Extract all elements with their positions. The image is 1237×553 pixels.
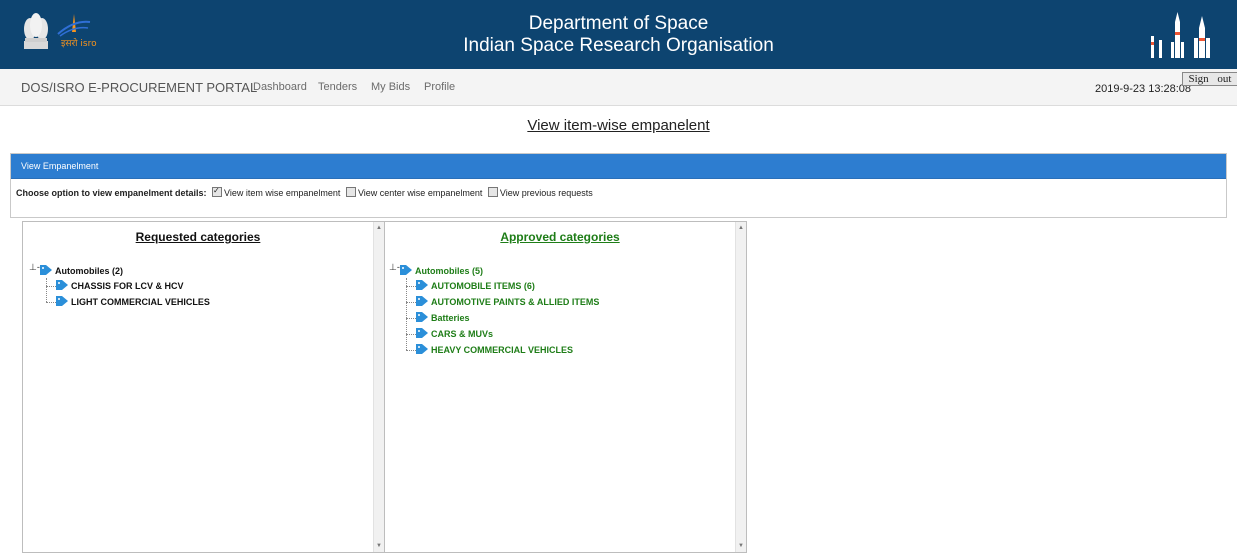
tree-item-label: AUTOMOBILE ITEMS (6) xyxy=(431,281,535,291)
tree-connector xyxy=(406,334,416,335)
expand-minus-icon[interactable]: ⊥- xyxy=(389,262,400,273)
tag-icon xyxy=(416,328,428,338)
tree-item-child[interactable]: AUTOMOBILE ITEMS (6) xyxy=(416,280,535,291)
item-wise-checkbox[interactable] xyxy=(212,187,223,197)
tree-connector xyxy=(406,302,416,303)
center-wise-label[interactable]: View center wise empanelment xyxy=(358,188,482,198)
tree-item-label: Automobiles (2) xyxy=(55,266,124,276)
tree-item-label: CARS & MUVs xyxy=(431,329,494,339)
tree-item-label: CHASSIS FOR LCV & HCV xyxy=(71,281,184,291)
tag-icon xyxy=(416,280,428,290)
tree-connector xyxy=(406,286,416,287)
tag-icon xyxy=(40,265,52,275)
site-header: इसरो isro Department of Space Indian Spa… xyxy=(0,0,1237,69)
tree-item-label: AUTOMOTIVE PAINTS & ALLIED ITEMS xyxy=(431,297,600,307)
nav-profile[interactable]: Profile xyxy=(424,81,455,93)
tag-icon xyxy=(416,344,428,354)
sign-out-button[interactable]: Sign out xyxy=(1182,72,1237,86)
tree-item-label: Batteries xyxy=(431,313,470,323)
page-title: View item-wise empanelent xyxy=(527,117,710,134)
previous-requests-label[interactable]: View previous requests xyxy=(500,188,593,198)
tree-item-child[interactable]: Batteries xyxy=(416,312,470,323)
requested-scrollbar[interactable]: ▲ ▼ xyxy=(373,222,384,552)
view-empanelment-panel: View Empanelment Choose option to view e… xyxy=(10,153,1227,218)
previous-requests-checkbox[interactable] xyxy=(487,187,498,197)
tree-connector xyxy=(46,278,47,302)
tree-item-root[interactable]: Automobiles (2) xyxy=(40,265,123,276)
header-title-organisation: Indian Space Research Organisation xyxy=(463,35,774,56)
tree-item-child[interactable]: CHASSIS FOR LCV & HCV xyxy=(56,280,184,291)
tree-item-child[interactable]: AUTOMOTIVE PAINTS & ALLIED ITEMS xyxy=(416,296,599,307)
approved-scrollbar[interactable]: ▲ ▼ xyxy=(735,222,746,552)
tree-item-child[interactable]: HEAVY COMMERCIAL VEHICLES xyxy=(416,344,573,355)
tree-item-label: LIGHT COMMERCIAL VEHICLES xyxy=(71,297,210,307)
tag-icon xyxy=(416,312,428,322)
scroll-down-icon[interactable]: ▼ xyxy=(737,542,745,550)
tag-icon xyxy=(400,265,412,275)
portal-brand[interactable]: DOS/ISRO E-PROCUREMENT PORTAL xyxy=(21,80,257,95)
panel-body: Choose option to view empanelment detail… xyxy=(11,179,1226,198)
expand-minus-icon[interactable]: ⊥- xyxy=(29,262,40,273)
tag-icon xyxy=(416,296,428,306)
tag-icon xyxy=(56,280,68,290)
nav-tenders[interactable]: Tenders xyxy=(318,81,357,93)
approved-categories-panel: Approved categories ⊥- Automobiles (5) A… xyxy=(384,221,747,553)
requested-categories-panel: Requested categories ⊥- Automobiles (2) … xyxy=(22,221,385,553)
tree-connector xyxy=(46,302,56,303)
header-titles: Department of Space Indian Space Researc… xyxy=(0,13,1237,57)
nav-dashboard[interactable]: Dashboard xyxy=(253,81,307,93)
tree-item-label: HEAVY COMMERCIAL VEHICLES xyxy=(431,345,574,355)
tree-item-root[interactable]: Automobiles (5) xyxy=(400,265,483,276)
server-timestamp: 2019-9-23 13:28:08 xyxy=(1095,83,1192,95)
scroll-down-icon[interactable]: ▼ xyxy=(375,542,383,550)
scroll-up-icon[interactable]: ▲ xyxy=(375,224,383,232)
tree-item-label: Automobiles (5) xyxy=(415,266,484,276)
tree-item-child[interactable]: LIGHT COMMERCIAL VEHICLES xyxy=(56,296,210,307)
scroll-up-icon[interactable]: ▲ xyxy=(737,224,745,232)
tree-connector xyxy=(46,286,56,287)
tree-connector xyxy=(406,350,416,351)
choose-option-label: Choose option to view empanelment detail… xyxy=(16,188,207,198)
header-title-department: Department of Space xyxy=(528,13,709,34)
panel-heading: View Empanelment xyxy=(11,154,1226,179)
tree-connector xyxy=(406,318,416,319)
center-wise-checkbox[interactable] xyxy=(345,187,356,197)
tag-icon xyxy=(56,296,68,306)
nav-my-bids[interactable]: My Bids xyxy=(371,81,410,93)
requested-categories-title: Requested categories xyxy=(135,230,261,244)
item-wise-label[interactable]: View item wise empanelment xyxy=(224,188,340,198)
launch-vehicles-icon xyxy=(1151,12,1210,58)
tree-connector xyxy=(406,278,407,350)
tree-item-child[interactable]: CARS & MUVs xyxy=(416,328,493,339)
top-navbar: DOS/ISRO E-PROCUREMENT PORTAL Dashboard … xyxy=(0,69,1237,106)
approved-categories-title: Approved categories xyxy=(500,230,620,244)
